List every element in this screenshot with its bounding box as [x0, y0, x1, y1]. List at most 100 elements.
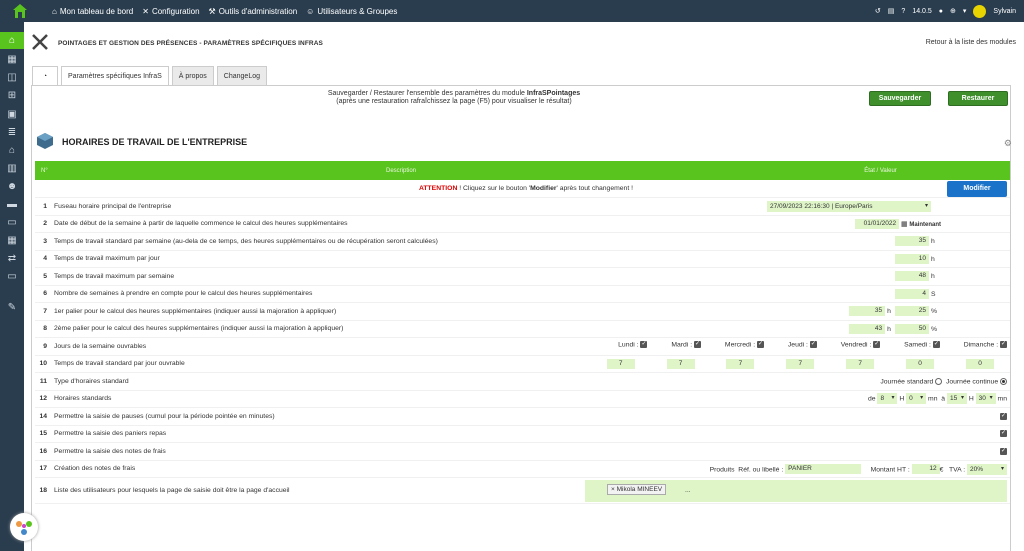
checkbox[interactable]: ✓	[1000, 430, 1007, 438]
tier1-rate-input[interactable]: 25	[895, 306, 929, 317]
row-num: 3	[35, 232, 51, 251]
back-to-modules-link[interactable]: Retour à la liste des modules	[926, 39, 1016, 46]
cube-settings-icon	[37, 133, 53, 149]
now-link[interactable]: Maintenant	[909, 222, 941, 228]
checkbox[interactable]: ✓	[932, 341, 940, 348]
day-hours-input[interactable]: 0	[966, 358, 994, 369]
end-hour-value: 15	[949, 395, 958, 403]
max-weekly-input[interactable]: 48	[895, 271, 929, 282]
tab-icon[interactable]: ◔	[32, 66, 58, 86]
sidebar-hr-icon[interactable]: ☻	[0, 178, 24, 195]
tab-infras-settings[interactable]: Paramètres spécifiques InfraS	[61, 66, 169, 86]
users-multiselect[interactable]: × Mikola MINEEV...	[585, 480, 1007, 502]
floating-helper-button[interactable]	[10, 513, 38, 541]
day-hours-input[interactable]: 7	[846, 358, 875, 369]
row-num: 2	[35, 215, 51, 233]
section-title: HORAIRES DE TRAVAIL DE L'ENTREPRISE	[62, 137, 248, 147]
sidebar-card-icon[interactable]: ▭	[0, 268, 24, 285]
sidebar-projects-icon[interactable]: ▬	[0, 196, 24, 213]
ht-input[interactable]: 12	[911, 464, 940, 474]
tab-changelog[interactable]: ChangeLog	[216, 66, 267, 86]
start-hour-select[interactable]: 8 ▾	[877, 393, 898, 405]
option-standard-label: Journée standard	[880, 377, 934, 385]
wrench-icon: ⚒	[208, 6, 216, 16]
tab-about[interactable]: À propos	[171, 66, 214, 86]
day-hours-input[interactable]: 7	[666, 358, 695, 369]
calendar-icon[interactable]: ▦	[901, 221, 907, 228]
checkbox[interactable]: ✓	[1000, 341, 1007, 348]
checkbox[interactable]: ✓	[757, 341, 765, 348]
day-hours-input[interactable]: 7	[726, 358, 755, 369]
user-name[interactable]: Sylvain	[993, 8, 1016, 15]
day-saturday: Samedi : ✓	[904, 341, 940, 348]
menu-dashboard[interactable]: ⌂ Mon tableau de bord	[52, 7, 133, 16]
dolibarr-logo-icon[interactable]	[12, 3, 28, 19]
table-row: 7 1er palier pour le calcul des heures s…	[35, 302, 1010, 321]
start-hour-value: 8	[880, 395, 885, 403]
attention-label: ATTENTION	[418, 185, 458, 192]
timezone-select[interactable]: 27/09/2023 22:16:30 | Europe/Paris ▾	[767, 200, 931, 212]
row-num: 4	[35, 250, 51, 268]
table-row: 5 Temps de travail maximum par semaine 4…	[35, 267, 1010, 286]
checkbox[interactable]: ✓	[1000, 447, 1007, 455]
print-icon[interactable]: ▤	[888, 7, 895, 15]
col-num: N°	[35, 161, 51, 180]
history-icon[interactable]: ↺	[875, 7, 881, 15]
tier2-hours-input[interactable]: 43	[849, 323, 886, 334]
max-daily-input[interactable]: 10	[895, 253, 929, 264]
end-min-select[interactable]: 30 ▾	[975, 393, 996, 405]
table-row: 10 Temps de travail standard par jour ou…	[35, 355, 1010, 373]
gear-icon[interactable]: ⚙	[1004, 138, 1012, 149]
checkbox[interactable]: ✓	[873, 341, 881, 348]
day-hours-input[interactable]: 0	[906, 358, 935, 369]
sidebar-commercial-icon[interactable]: ▣	[0, 106, 24, 123]
timezone-value: 27/09/2023 22:16:30 | Europe/Paris	[770, 202, 873, 210]
sidebar-documents-icon[interactable]: ▭	[0, 214, 24, 231]
user-chip[interactable]: × Mikola MINEEV	[607, 484, 667, 495]
row-desc: Temps de travail standard par semaine (a…	[51, 232, 751, 251]
sidebar-orgchart-icon[interactable]: ⊞	[0, 87, 24, 104]
checkbox[interactable]: ✓	[1000, 412, 1007, 420]
day-hours-input[interactable]: 7	[786, 358, 815, 369]
chevron-down-icon: ▾	[891, 395, 895, 402]
restore-button[interactable]: Restaurer	[948, 91, 1008, 106]
save-button[interactable]: Sauvegarder	[869, 91, 931, 106]
menu-admin-tools[interactable]: ⚒ Outils d'administration	[209, 7, 298, 16]
checkbox[interactable]: ✓	[809, 341, 817, 348]
help-icon[interactable]: ?	[901, 8, 905, 15]
ref-input[interactable]: PANIER	[785, 464, 862, 474]
tier2-rate-input[interactable]: 50	[895, 323, 929, 334]
avatar[interactable]	[973, 4, 987, 18]
sidebar-agenda-icon[interactable]: ▦	[0, 232, 24, 249]
top-navbar: ⌂ Mon tableau de bord ✕ Configuration ⚒ Out…	[0, 0, 1024, 22]
tier1-hours-input[interactable]: 35	[849, 306, 886, 317]
radio-standard[interactable]	[935, 377, 943, 385]
plus-icon[interactable]: ⊕	[950, 7, 956, 15]
weekly-hours-input[interactable]: 35	[895, 236, 929, 247]
sidebar-billing-icon[interactable]: ≣	[0, 124, 24, 141]
row-num: 6	[35, 285, 51, 303]
modify-button[interactable]: Modifier	[947, 180, 1007, 197]
bookmark-icon[interactable]: ▾	[963, 7, 967, 15]
sidebar-products-icon[interactable]: ◫	[0, 69, 24, 86]
sidebar-tools-icon[interactable]: ✎	[0, 299, 24, 316]
checkbox[interactable]: ✓	[694, 341, 702, 348]
weeks-count-input[interactable]: 4	[895, 288, 929, 299]
start-min-select[interactable]: 0 ▾	[906, 393, 927, 405]
sidebar-thirdparty-icon[interactable]: ▦	[0, 51, 24, 68]
sidebar-bank-icon[interactable]: ⌂	[0, 142, 24, 159]
radio-continuous[interactable]	[1000, 377, 1007, 385]
menu-configuration[interactable]: ✕ Configuration	[142, 7, 199, 16]
sidebar-accounting-icon[interactable]: ▥	[0, 160, 24, 177]
checkbox[interactable]: ✓	[640, 341, 648, 348]
row-desc: Temps de travail maximum par jour	[51, 250, 751, 268]
sidebar-home-icon[interactable]: ⌂	[0, 32, 24, 49]
sidebar-transfer-icon[interactable]: ⇄	[0, 250, 24, 267]
day-hours-input[interactable]: 7	[606, 358, 635, 369]
table-row: 12 Horaires standards de 8 ▾ H 0 ▾ mn à 15…	[35, 390, 1010, 408]
tva-select[interactable]: 20% ▾	[967, 463, 1007, 475]
start-date-input[interactable]: 01/01/2022	[855, 218, 900, 229]
menu-users-groups[interactable]: ☺ Utilisateurs & Groupes	[306, 7, 397, 16]
search-icon[interactable]: ●	[939, 8, 943, 15]
end-hour-select[interactable]: 15 ▾	[946, 393, 967, 405]
